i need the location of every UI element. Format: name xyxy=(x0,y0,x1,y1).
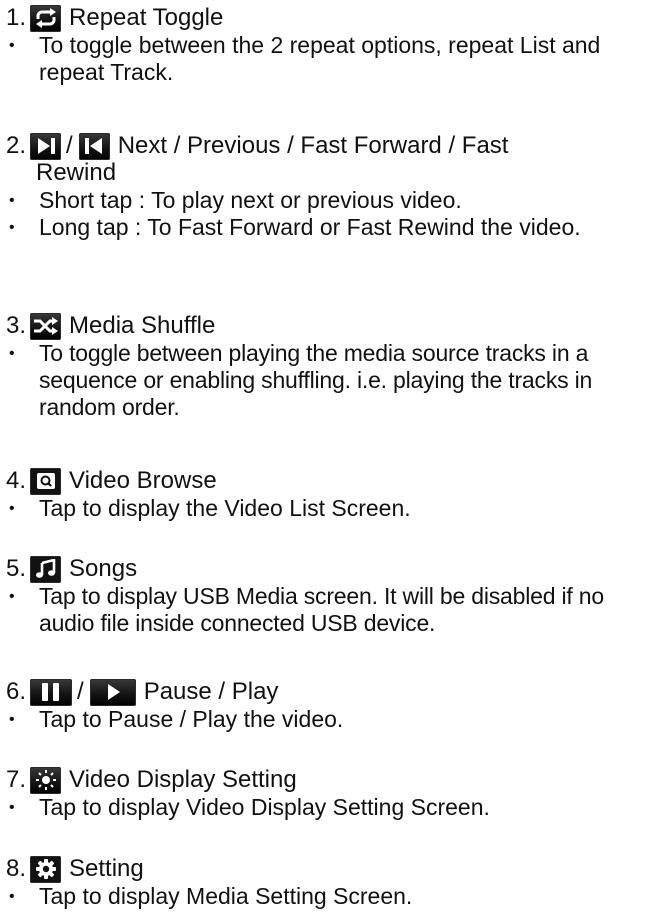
bullet-item: Tap to display Video Display Setting Scr… xyxy=(6,794,642,821)
shuffle-icon xyxy=(30,312,62,340)
item-title-continued: Rewind xyxy=(36,159,117,186)
bullet-item: Tap to display USB Media screen. It will… xyxy=(6,583,642,637)
item-heading: 3. Media Shuffle xyxy=(6,312,642,340)
item-setting: 8. Setting Tap to display Media Setting … xyxy=(6,855,642,910)
bullet-item: Tap to display Media Setting Screen. xyxy=(6,883,642,910)
play-icon xyxy=(89,678,136,706)
bullet-item: To toggle between the 2 repeat options, … xyxy=(6,32,642,86)
item-heading: 5. Songs xyxy=(6,555,642,583)
item-title: Video Display Setting xyxy=(69,766,297,793)
item-pause-play: 6. / Pause / Play Tap to Pause / Play th… xyxy=(6,678,642,733)
item-number: 6. xyxy=(6,678,27,705)
item-title: Songs xyxy=(69,555,138,582)
item-heading: 8. Setting xyxy=(6,855,642,883)
brightness-icon xyxy=(30,766,62,794)
item-title: Next / Previous / Fast Forward / Fast xyxy=(117,132,509,159)
icon-separator: / xyxy=(77,678,84,705)
bullet-item: Long tap : To Fast Forward or Fast Rewin… xyxy=(6,214,642,241)
item-repeat-toggle: 1. Repeat Toggle To toggle between the 2… xyxy=(6,4,642,86)
repeat-icon xyxy=(30,4,62,32)
item-heading: 2. / Next / Previous / Fast Forward / Fa… xyxy=(6,132,642,160)
item-number: 3. xyxy=(6,312,27,339)
item-next-previous: 2. / Next / Previous / Fast Forward / Fa… xyxy=(6,132,642,241)
item-title: Repeat Toggle xyxy=(69,4,224,31)
item-heading: 7. Video Display Setting xyxy=(6,766,642,794)
item-heading: 6. / Pause / Play xyxy=(6,678,642,706)
item-number: 7. xyxy=(6,766,27,793)
next-icon xyxy=(30,132,62,160)
item-video-browse: 4. Video Browse Tap to display the Video… xyxy=(6,467,642,522)
icon-separator: / xyxy=(66,132,73,159)
bullet-item: To toggle between playing the media sour… xyxy=(6,340,642,421)
music-note-icon xyxy=(30,555,62,583)
item-heading: 1. Repeat Toggle xyxy=(6,4,642,32)
bullet-item: Tap to display the Video List Screen. xyxy=(6,495,642,522)
item-media-shuffle: 3. Media Shuffle To toggle between playi… xyxy=(6,312,642,421)
item-number: 8. xyxy=(6,855,27,882)
video-browse-icon xyxy=(30,467,62,495)
item-number: 5. xyxy=(6,555,27,582)
item-songs: 5. Songs Tap to display USB Media screen… xyxy=(6,555,642,637)
item-number: 2. xyxy=(6,132,27,159)
bullet-item: Short tap : To play next or previous vid… xyxy=(6,187,642,214)
previous-icon xyxy=(78,132,110,160)
bullet-item: Tap to Pause / Play the video. xyxy=(6,706,642,733)
gear-icon xyxy=(30,855,62,883)
item-title: Media Shuffle xyxy=(69,312,216,339)
item-number: 4. xyxy=(6,467,27,494)
manual-page: 1. Repeat Toggle To toggle between the 2… xyxy=(0,0,647,918)
pause-icon xyxy=(30,678,73,706)
item-title: Pause / Play xyxy=(143,678,279,705)
item-heading: 4. Video Browse xyxy=(6,467,642,495)
item-title: Setting xyxy=(69,855,144,882)
item-title: Video Browse xyxy=(69,467,217,494)
item-number: 1. xyxy=(6,4,27,31)
item-video-display-setting: 7. Video Display Setting Tap to display … xyxy=(6,766,642,821)
